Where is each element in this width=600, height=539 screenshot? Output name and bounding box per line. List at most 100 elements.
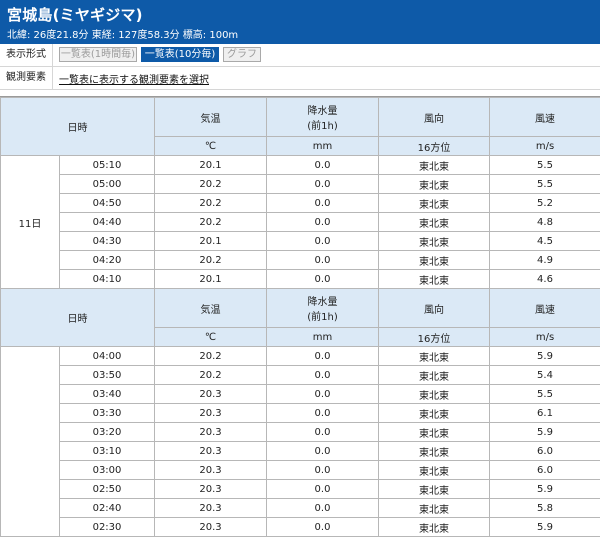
datetime-header: 日時 (1, 289, 155, 347)
wind-speed-cell: 5.9 (490, 423, 600, 442)
wind-dir-cell: 東北東 (379, 270, 490, 289)
wind-dir-header: 風向 (379, 289, 490, 328)
wind-dir-cell: 東北東 (379, 442, 490, 461)
precip-cell: 0.0 (267, 232, 379, 251)
wind-speed-cell: 5.2 (490, 194, 600, 213)
table-row: 04:2020.20.0東北東4.9 (1, 251, 600, 270)
temperature-cell: 20.3 (155, 499, 267, 518)
time-cell: 03:30 (60, 404, 155, 423)
table-row: 02:3020.30.0東北東5.9 (1, 518, 600, 537)
precip-cell: 0.0 (267, 480, 379, 499)
wind-speed-cell: 5.5 (490, 175, 600, 194)
wind-dir-unit: 16方位 (379, 137, 490, 156)
table-header-row: 日時気温降水量(前1h)風向風速 (1, 289, 600, 328)
precip-cell: 0.0 (267, 442, 379, 461)
precip-cell: 0.0 (267, 270, 379, 289)
elements-label: 観測要素 (0, 67, 53, 89)
wind-speed-unit: m/s (490, 137, 600, 156)
time-cell: 05:00 (60, 175, 155, 194)
wind-speed-cell: 6.0 (490, 442, 600, 461)
table-row: 04:5020.20.0東北東5.2 (1, 194, 600, 213)
table-row: 02:5020.30.0東北東5.9 (1, 480, 600, 499)
precip-cell: 0.0 (267, 499, 379, 518)
wind-speed-header: 風速 (490, 289, 600, 328)
station-meta: 北緯: 26度21.8分 東経: 127度58.3分 標高: 100m (7, 26, 238, 41)
temperature-cell: 20.3 (155, 442, 267, 461)
precip-header: 降水量(前1h) (267, 289, 379, 328)
display-format-label: 表示形式 (0, 44, 53, 66)
hourly-table-button[interactable]: 一覧表(1時間毎) (59, 47, 137, 62)
wind-dir-header: 風向 (379, 98, 490, 137)
day-cell: 11日 (1, 156, 60, 289)
table-header-row: 日時気温降水量(前1h)風向風速 (1, 98, 600, 137)
table-row: 04:0020.20.0東北東5.9 (1, 347, 600, 366)
table-row: 03:3020.30.0東北東6.1 (1, 404, 600, 423)
precip-cell: 0.0 (267, 385, 379, 404)
time-cell: 03:10 (60, 442, 155, 461)
temperature-cell: 20.2 (155, 251, 267, 270)
precip-cell: 0.0 (267, 251, 379, 270)
time-cell: 04:00 (60, 347, 155, 366)
datetime-header: 日時 (1, 98, 155, 156)
table-row: 04:4020.20.0東北東4.8 (1, 213, 600, 232)
precip-header: 降水量(前1h) (267, 98, 379, 137)
wind-speed-cell: 6.1 (490, 404, 600, 423)
temperature-cell: 20.3 (155, 480, 267, 499)
wind-dir-cell: 東北東 (379, 518, 490, 537)
display-format-row: 表示形式 一覧表(1時間毎) 一覧表(10分毎) グラフ (0, 44, 600, 67)
station-name: 宮城島(ミヤギジマ) (7, 4, 143, 25)
temperature-cell: 20.3 (155, 385, 267, 404)
temperature-cell: 20.2 (155, 366, 267, 385)
precip-unit: mm (267, 137, 379, 156)
wind-dir-cell: 東北東 (379, 499, 490, 518)
wind-speed-cell: 5.9 (490, 347, 600, 366)
wind-dir-cell: 東北東 (379, 194, 490, 213)
wind-speed-cell: 5.8 (490, 499, 600, 518)
wind-speed-cell: 4.5 (490, 232, 600, 251)
wind-speed-cell: 5.4 (490, 366, 600, 385)
table-row: 03:0020.30.0東北東6.0 (1, 461, 600, 480)
observation-table-wrapper: 日時気温降水量(前1h)風向風速℃mm16方位m/s11日05:1020.10.… (0, 96, 600, 539)
precip-header-line1: 降水量 (267, 102, 378, 117)
precip-unit: mm (267, 328, 379, 347)
precip-cell: 0.0 (267, 423, 379, 442)
table-row: 04:1020.10.0東北東4.6 (1, 270, 600, 289)
precip-cell: 0.0 (267, 461, 379, 480)
wind-dir-cell: 東北東 (379, 385, 490, 404)
time-cell: 03:00 (60, 461, 155, 480)
precip-cell: 0.0 (267, 366, 379, 385)
temperature-cell: 20.3 (155, 404, 267, 423)
observation-table: 日時気温降水量(前1h)風向風速℃mm16方位m/s11日05:1020.10.… (0, 97, 600, 537)
precip-cell: 0.0 (267, 156, 379, 175)
graph-button[interactable]: グラフ (223, 47, 261, 62)
temperature-header: 気温 (155, 98, 267, 137)
time-cell: 02:30 (60, 518, 155, 537)
time-cell: 04:10 (60, 270, 155, 289)
temperature-cell: 20.2 (155, 213, 267, 232)
temperature-cell: 20.1 (155, 232, 267, 251)
temperature-cell: 20.3 (155, 518, 267, 537)
precip-cell: 0.0 (267, 175, 379, 194)
wind-dir-cell: 東北東 (379, 366, 490, 385)
wind-dir-cell: 東北東 (379, 232, 490, 251)
wind-dir-cell: 東北東 (379, 213, 490, 232)
temperature-unit: ℃ (155, 137, 267, 156)
time-cell: 03:20 (60, 423, 155, 442)
ten-minute-table-button[interactable]: 一覧表(10分毎) (141, 47, 219, 62)
wind-dir-cell: 東北東 (379, 156, 490, 175)
wind-speed-cell: 5.9 (490, 518, 600, 537)
wind-dir-unit: 16方位 (379, 328, 490, 347)
table-row: 03:1020.30.0東北東6.0 (1, 442, 600, 461)
precip-cell: 0.0 (267, 404, 379, 423)
wind-speed-cell: 5.5 (490, 385, 600, 404)
table-row: 04:3020.10.0東北東4.5 (1, 232, 600, 251)
precip-cell: 0.0 (267, 194, 379, 213)
temperature-cell: 20.3 (155, 423, 267, 442)
table-row: 03:5020.20.0東北東5.4 (1, 366, 600, 385)
table-row: 02:4020.30.0東北東5.8 (1, 499, 600, 518)
precip-header-line2: (前1h) (267, 117, 378, 132)
wind-speed-cell: 4.6 (490, 270, 600, 289)
wind-speed-cell: 5.9 (490, 480, 600, 499)
select-elements-link[interactable]: 一覧表に表示する観測要素を選択 (59, 71, 209, 86)
time-cell: 03:50 (60, 366, 155, 385)
